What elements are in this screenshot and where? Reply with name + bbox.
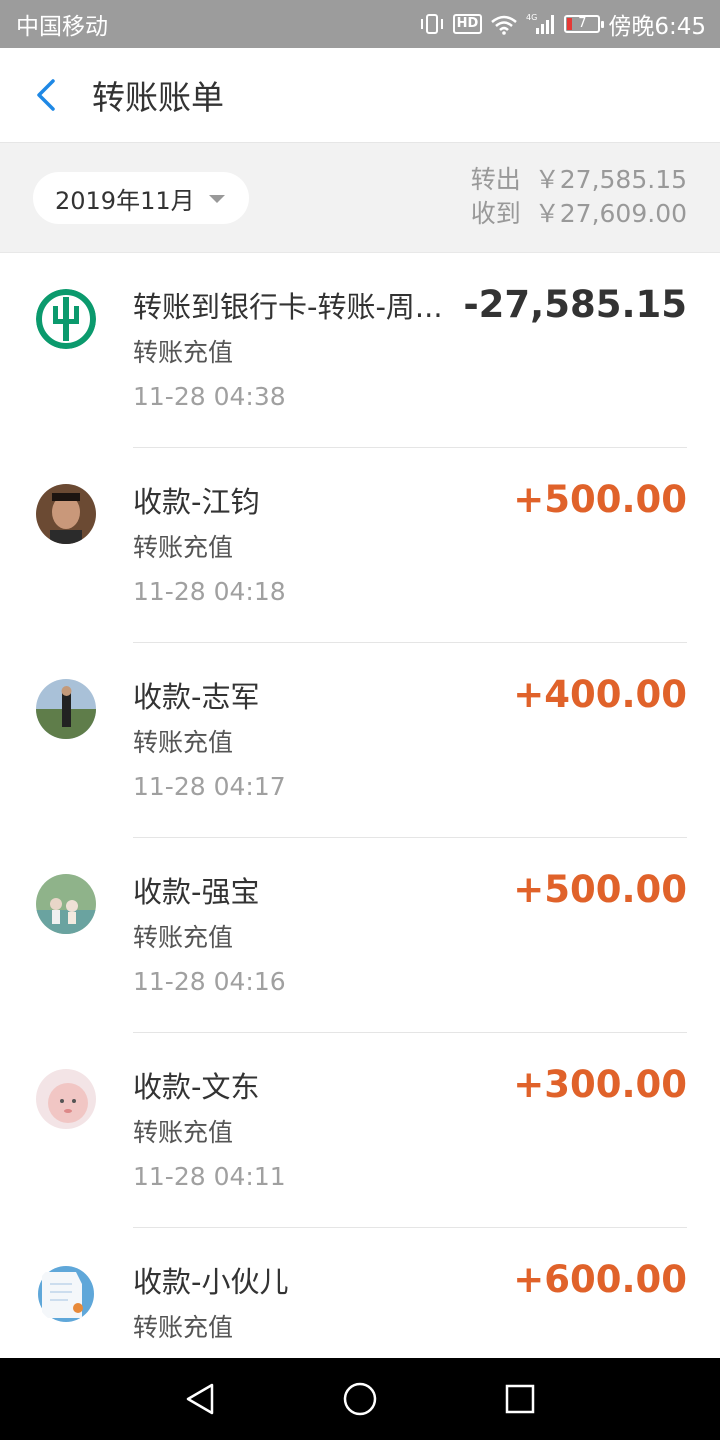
caret-down-icon [209,195,225,203]
svg-text:4G: 4G [526,13,537,22]
transaction-item[interactable]: 收款-文东 转账充值 11-28 04:11 +300.00 [0,1033,720,1228]
status-time: 傍晚6:45 [608,14,706,40]
system-nav-bar [0,1358,720,1440]
transaction-name: 收款-小伙儿 [133,1265,289,1299]
transaction-name: 收款-志军 [133,680,260,714]
vibrate-icon [419,13,445,35]
transaction-amount: +500.00 [513,478,687,521]
month-label: 2019年11月 [55,186,195,215]
transaction-list: 转账到银行卡-转账-周... 转账充值 11-28 04:38 -27,585.… [0,253,720,1423]
transaction-time: 11-28 04:17 [133,772,286,801]
user-avatar [36,1264,96,1324]
chevron-left-icon [37,79,55,111]
transaction-name: 收款-强宝 [133,875,260,909]
total-in-label: 收到 [470,199,521,228]
transaction-name: 收款-文东 [133,1070,260,1104]
total-out-value: ￥27,585.15 [534,165,687,194]
user-avatar [36,1069,96,1129]
square-recents-icon [505,1384,535,1414]
transaction-time: 11-28 04:38 [133,382,286,411]
summary-bar: 2019年11月 转出 ￥27,585.15 收到 ￥27,609.00 [0,143,720,253]
bank-logo-icon [36,289,96,349]
month-selector[interactable]: 2019年11月 [33,172,249,224]
status-icons: HD 4G 7 傍晚6:45 [419,7,706,41]
transaction-item[interactable]: 收款-江钧 转账充值 11-28 04:18 +500.00 [0,448,720,643]
total-out-row: 转出 ￥27,585.15 [471,163,687,197]
transaction-time: 11-28 04:11 [133,1162,286,1191]
circle-home-icon [343,1382,377,1416]
transaction-category: 转账充值 [133,533,234,562]
app-header: 转账账单 [0,48,720,143]
carrier-name: 中国移动 [16,14,108,40]
page-title: 转账账单 [92,78,224,117]
signal-icon: 4G [526,12,556,36]
user-avatar [36,484,96,544]
transaction-amount: +600.00 [513,1258,687,1301]
transaction-time: 11-28 04:18 [133,577,286,606]
total-in-value: ￥27,609.00 [534,199,687,228]
status-bar: 中国移动 HD 4G 7 傍晚6:45 [0,0,720,48]
transaction-category: 转账充值 [133,1118,234,1147]
transaction-amount: +500.00 [513,868,687,911]
transaction-amount: -27,585.15 [463,283,687,326]
transaction-category: 转账充值 [133,728,234,757]
transaction-category: 转账充值 [133,1313,234,1342]
transaction-time: 11-28 04:16 [133,967,286,996]
back-button[interactable] [0,48,92,143]
transaction-category: 转账充值 [133,338,234,367]
battery-icon: 7 [564,15,605,33]
transaction-category: 转账充值 [133,923,234,952]
hd-badge: HD [452,14,483,34]
nav-back-button[interactable] [140,1358,260,1440]
nav-recents-button[interactable] [460,1358,580,1440]
user-avatar [36,679,96,739]
transaction-name: 收款-江钧 [133,485,260,519]
triangle-back-icon [186,1383,214,1415]
transaction-name: 转账到银行卡-转账-周... [133,290,443,324]
nav-home-button[interactable] [300,1358,420,1440]
transaction-item[interactable]: 收款-强宝 转账充值 11-28 04:16 +500.00 [0,838,720,1033]
transaction-item[interactable]: 转账到银行卡-转账-周... 转账充值 11-28 04:38 -27,585.… [0,253,720,448]
transaction-item[interactable]: 收款-志军 转账充值 11-28 04:17 +400.00 [0,643,720,838]
user-avatar [36,874,96,934]
total-out-label: 转出 [470,165,521,194]
transaction-amount: +400.00 [513,673,687,716]
total-in-row: 收到 ￥27,609.00 [471,197,687,231]
totals: 转出 ￥27,585.15 收到 ￥27,609.00 [471,163,687,231]
wifi-icon [490,13,518,35]
transaction-amount: +300.00 [513,1063,687,1106]
